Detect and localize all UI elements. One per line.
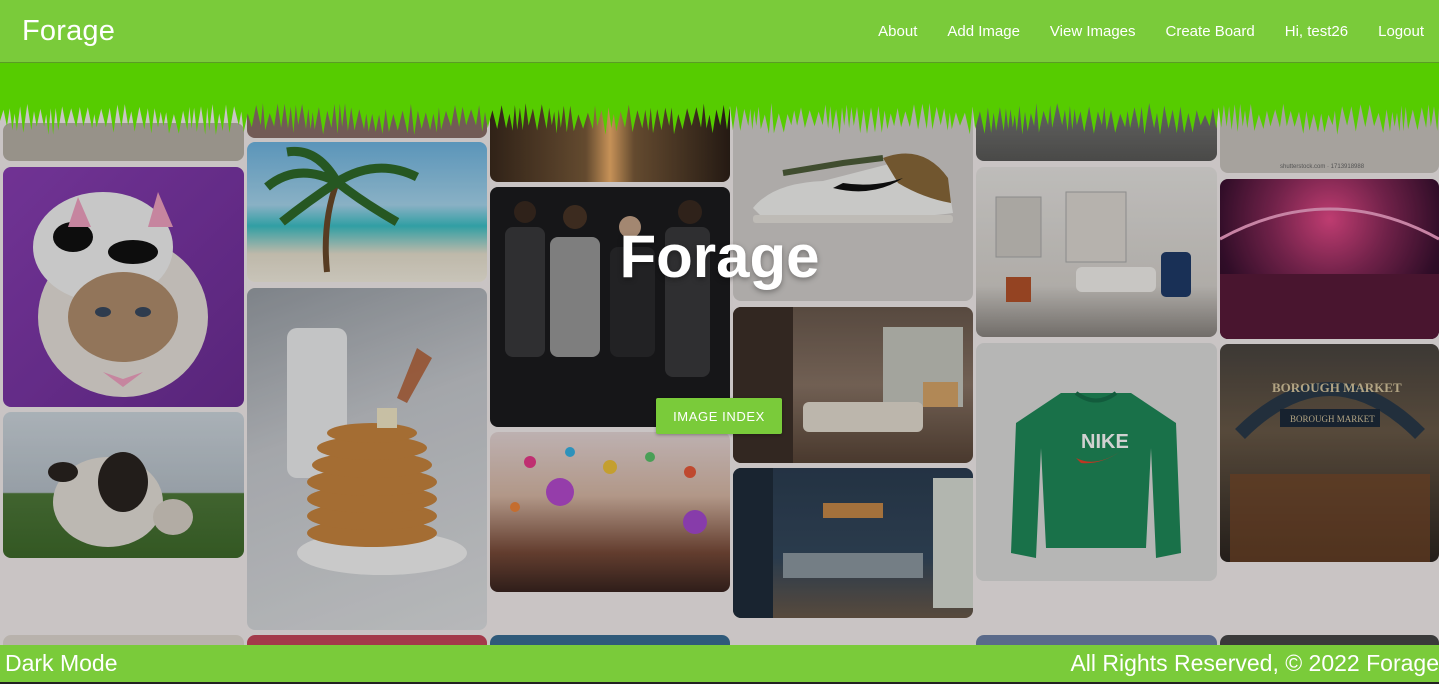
image-grid: NIKE shutterstock.com · 1713918988 BOROU… [0,63,1439,645]
gallery-image-loft[interactable] [733,307,973,463]
gallery-image-sweatshirt[interactable]: NIKE [976,343,1217,581]
brand-logo[interactable]: Forage [22,15,115,48]
gallery-image-bottom-6[interactable] [1220,635,1439,645]
nav-link-logout[interactable]: Logout [1363,23,1424,40]
nav-link-create-board[interactable]: Create Board [1151,23,1270,40]
gallery-image-cow[interactable] [3,412,244,558]
gallery-image-bottom-3[interactable] [490,635,730,645]
gallery-image-kitchen[interactable] [733,468,973,618]
image-index-button[interactable]: IMAGE INDEX [656,398,782,434]
nav-link-view-images[interactable]: View Images [1035,23,1151,40]
tree-silhouette [0,63,1439,135]
navbar: Forage About Add Image View Images Creat… [0,0,1439,63]
forest-banner [0,63,1439,135]
gallery-image-market[interactable]: BOROUGH MARKET BOROUGH MARKET [1220,344,1439,562]
gallery-image-bottom-2[interactable] [247,635,487,645]
gallery-image-bottom-5[interactable] [976,635,1217,645]
dark-mode-toggle[interactable]: Dark Mode [5,650,117,677]
copyright-text: All Rights Reserved, © 2022 Forage [1070,650,1439,676]
nav-link-about[interactable]: About [863,23,932,40]
gallery-image-pancakes[interactable] [247,288,487,630]
nav-link-add-image[interactable]: Add Image [932,23,1035,40]
nav-links: About Add Image View Images Create Board… [863,23,1424,40]
hero-title: Forage [619,223,820,290]
footer: Dark Mode All Rights Reserved, © 2022 Fo… [0,645,1439,684]
nav-link-user-greeting[interactable]: Hi, test26 [1270,23,1363,40]
gallery-image-bottom-1[interactable] [3,635,244,645]
gallery-image-festival[interactable] [490,432,730,592]
